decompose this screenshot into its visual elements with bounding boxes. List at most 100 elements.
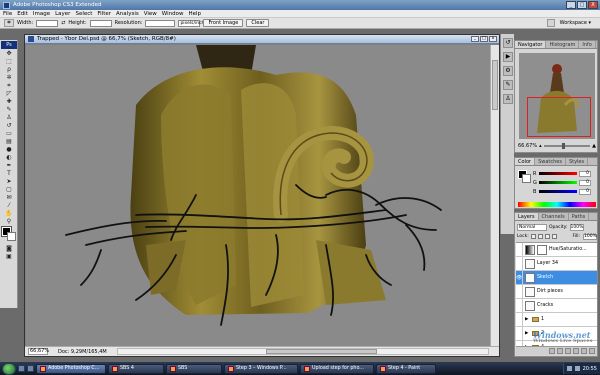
taskbar-item-sbs[interactable]: SBS [166, 363, 222, 374]
doc-maximize-button[interactable]: □ [480, 36, 488, 42]
layer-row[interactable]: Layer 34 [516, 256, 597, 271]
layer-row[interactable]: Dirt pieces [516, 284, 597, 299]
menu-layer[interactable]: Layer [55, 11, 70, 17]
quicklaunch-icon[interactable] [27, 365, 34, 372]
taskbar-item-photoshop[interactable]: Adobe Photoshop C... [36, 363, 106, 374]
lock-transparency-icon[interactable] [530, 234, 536, 239]
color-spectrum-ramp[interactable] [518, 202, 596, 207]
taskbar-item-sbs4[interactable]: SBS 4 [108, 363, 164, 374]
brushes-panel-icon[interactable]: ✎ [503, 80, 513, 90]
vertical-scrollbar[interactable] [490, 45, 499, 347]
horizontal-scrollbar[interactable] [116, 348, 489, 355]
tab-styles[interactable]: Styles [566, 158, 589, 165]
color-background-swatch[interactable] [522, 174, 531, 183]
link-layers-icon[interactable] [549, 348, 555, 354]
lock-position-icon[interactable] [544, 234, 550, 239]
front-image-button[interactable]: Front Image [203, 19, 244, 27]
channel-b-slider[interactable] [539, 190, 577, 193]
move-tool-icon[interactable]: ✥ [2, 50, 16, 57]
bridge-icon[interactable] [546, 19, 555, 27]
gradient-tool-icon[interactable]: ▤ [2, 138, 16, 145]
menu-view[interactable]: View [144, 11, 157, 17]
menu-window[interactable]: Window [162, 11, 184, 17]
taskbar-item-upload[interactable]: Upload step for pho... [300, 363, 374, 374]
type-tool-icon[interactable]: T [2, 170, 16, 177]
actions-panel-icon[interactable]: ▶ [503, 52, 513, 62]
doc-minimize-button[interactable]: _ [471, 36, 479, 42]
menu-analysis[interactable]: Analysis [116, 11, 139, 17]
screen-mode-icon[interactable]: ▣ [2, 253, 16, 260]
visibility-eye-icon[interactable] [516, 326, 523, 341]
opacity-input[interactable]: 100% [569, 223, 584, 231]
lasso-tool-icon[interactable]: ρ [2, 66, 16, 73]
zoom-in-icon[interactable]: ▲ [592, 143, 596, 149]
fill-input[interactable]: 100% [583, 233, 597, 240]
menu-file[interactable]: File [3, 11, 12, 17]
crop-tool-icon[interactable]: ⌗ [2, 82, 16, 89]
marquee-tool-icon[interactable]: ⬚ [2, 58, 16, 65]
shape-tool-icon[interactable]: ▢ [2, 186, 16, 193]
menu-filter[interactable]: Filter [97, 11, 111, 17]
layer-style-icon[interactable] [557, 348, 563, 354]
pen-tool-icon[interactable]: ✒ [2, 162, 16, 169]
dodge-tool-icon[interactable]: ◐ [2, 154, 16, 161]
channel-b-value[interactable]: 0 [579, 188, 591, 195]
tab-swatches[interactable]: Swatches [535, 158, 566, 165]
lock-all-icon[interactable] [551, 234, 557, 239]
clear-button[interactable]: Clear [246, 19, 270, 27]
height-input[interactable] [89, 19, 112, 27]
volume-icon[interactable] [574, 366, 580, 371]
background-color-swatch[interactable] [7, 232, 16, 241]
magic-wand-tool-icon[interactable]: ✲ [2, 74, 16, 81]
blend-mode-select[interactable]: Normal [517, 223, 547, 231]
vertical-scroll-thumb[interactable] [492, 60, 498, 110]
tab-layers[interactable]: Layers [515, 213, 539, 220]
zoom-level-field[interactable]: 66,67% [28, 348, 49, 355]
network-icon[interactable] [566, 366, 572, 371]
tab-histogram[interactable]: Histogram [546, 41, 580, 48]
zoom-tool-icon[interactable]: ⚲ [2, 218, 16, 225]
layer-row[interactable]: Hue/Saturatio... [516, 243, 597, 257]
doc-close-button[interactable]: x [489, 36, 497, 42]
document-title-bar[interactable]: Trapped - Ybor Del.psd @ 66,7% (Sketch, … [25, 35, 499, 44]
tab-paths[interactable]: Paths [569, 213, 590, 220]
history-panel-icon[interactable]: ↺ [503, 38, 513, 48]
quicklaunch-icon[interactable] [18, 365, 25, 372]
new-layer-icon[interactable] [581, 348, 587, 354]
visibility-eye-icon[interactable] [516, 284, 523, 299]
taskbar-item-step3[interactable]: Step 3 – Windows P... [224, 363, 298, 374]
navigator-zoom-value[interactable]: 66.67% [518, 143, 537, 149]
document-canvas[interactable] [26, 45, 491, 347]
notes-tool-icon[interactable]: ✉ [2, 194, 16, 201]
visibility-eye-icon[interactable] [516, 298, 523, 313]
path-selection-tool-icon[interactable]: ➤ [2, 178, 16, 185]
channel-r-slider[interactable] [539, 172, 577, 175]
visibility-eye-icon[interactable] [516, 312, 523, 327]
tab-channels[interactable]: Channels [539, 213, 569, 220]
visibility-eye-icon[interactable] [516, 243, 523, 257]
channel-g-slider[interactable] [539, 181, 577, 184]
quick-mask-icon[interactable]: ◙ [2, 245, 16, 252]
navigator-zoom-slider[interactable] [543, 143, 591, 149]
add-mask-icon[interactable] [565, 348, 571, 354]
clock[interactable]: 20:55 [583, 366, 597, 372]
tool-presets-icon[interactable]: ⚙ [503, 66, 513, 76]
zoom-slider-knob[interactable] [562, 143, 566, 149]
expand-arrow-icon[interactable]: ▶ [525, 331, 530, 336]
channel-r-value[interactable]: 0 [579, 170, 591, 177]
width-input[interactable] [36, 19, 59, 27]
expand-arrow-icon[interactable]: ▶ [525, 317, 530, 322]
visibility-eye-icon[interactable] [516, 256, 523, 271]
resolution-input[interactable] [145, 19, 176, 27]
minimize-button[interactable]: _ [566, 1, 576, 9]
layer-group-row[interactable]: ▶ 1 [516, 312, 597, 327]
menu-image[interactable]: Image [33, 11, 50, 17]
menu-help[interactable]: Help [188, 11, 201, 17]
swap-icon[interactable]: ⇄ [61, 20, 65, 26]
history-brush-tool-icon[interactable]: ↺ [2, 122, 16, 129]
lock-pixels-icon[interactable] [537, 234, 543, 239]
healing-brush-tool-icon[interactable]: ✚ [2, 98, 16, 105]
document-size-info[interactable]: Doc: 9,29M/165,4M [58, 349, 107, 355]
horizontal-scroll-thumb[interactable] [265, 349, 377, 354]
layer-row[interactable]: Cracks [516, 298, 597, 313]
